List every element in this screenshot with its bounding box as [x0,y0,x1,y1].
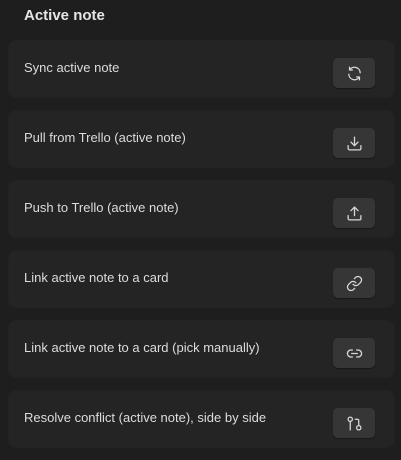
setting-item-link-manual: Link active note to a card (pick manuall… [8,320,395,378]
section-title: Active note [24,7,105,24]
sync-button[interactable] [333,58,375,88]
link-button[interactable] [333,268,375,298]
git-compare-icon [346,415,362,431]
pull-button[interactable] [333,128,375,158]
link-icon [346,275,362,291]
upload-icon [346,205,362,221]
resolve-conflict-button[interactable] [333,408,375,438]
setting-label: Sync active note [24,60,120,75]
setting-label: Pull from Trello (active note) [24,130,186,145]
setting-label: Resolve conflict (active note), side by … [24,410,267,425]
setting-item-push: Push to Trello (active note) [8,180,395,238]
setting-item-link: Link active note to a card [8,250,395,308]
link-horizontal-icon [346,348,362,358]
setting-item-resolve: Resolve conflict (active note), side by … [8,390,395,448]
sync-icon [347,65,361,81]
setting-label: Link active note to a card [24,270,169,285]
link-manual-button[interactable] [333,338,375,368]
setting-item-pull: Pull from Trello (active note) [8,110,395,168]
setting-label: Link active note to a card (pick manuall… [24,340,260,355]
push-button[interactable] [333,198,375,228]
setting-label: Push to Trello (active note) [24,200,179,215]
settings-list: Sync active note Pull from Trello (activ… [8,40,395,460]
setting-item-sync: Sync active note [8,40,395,98]
download-icon [346,135,362,151]
